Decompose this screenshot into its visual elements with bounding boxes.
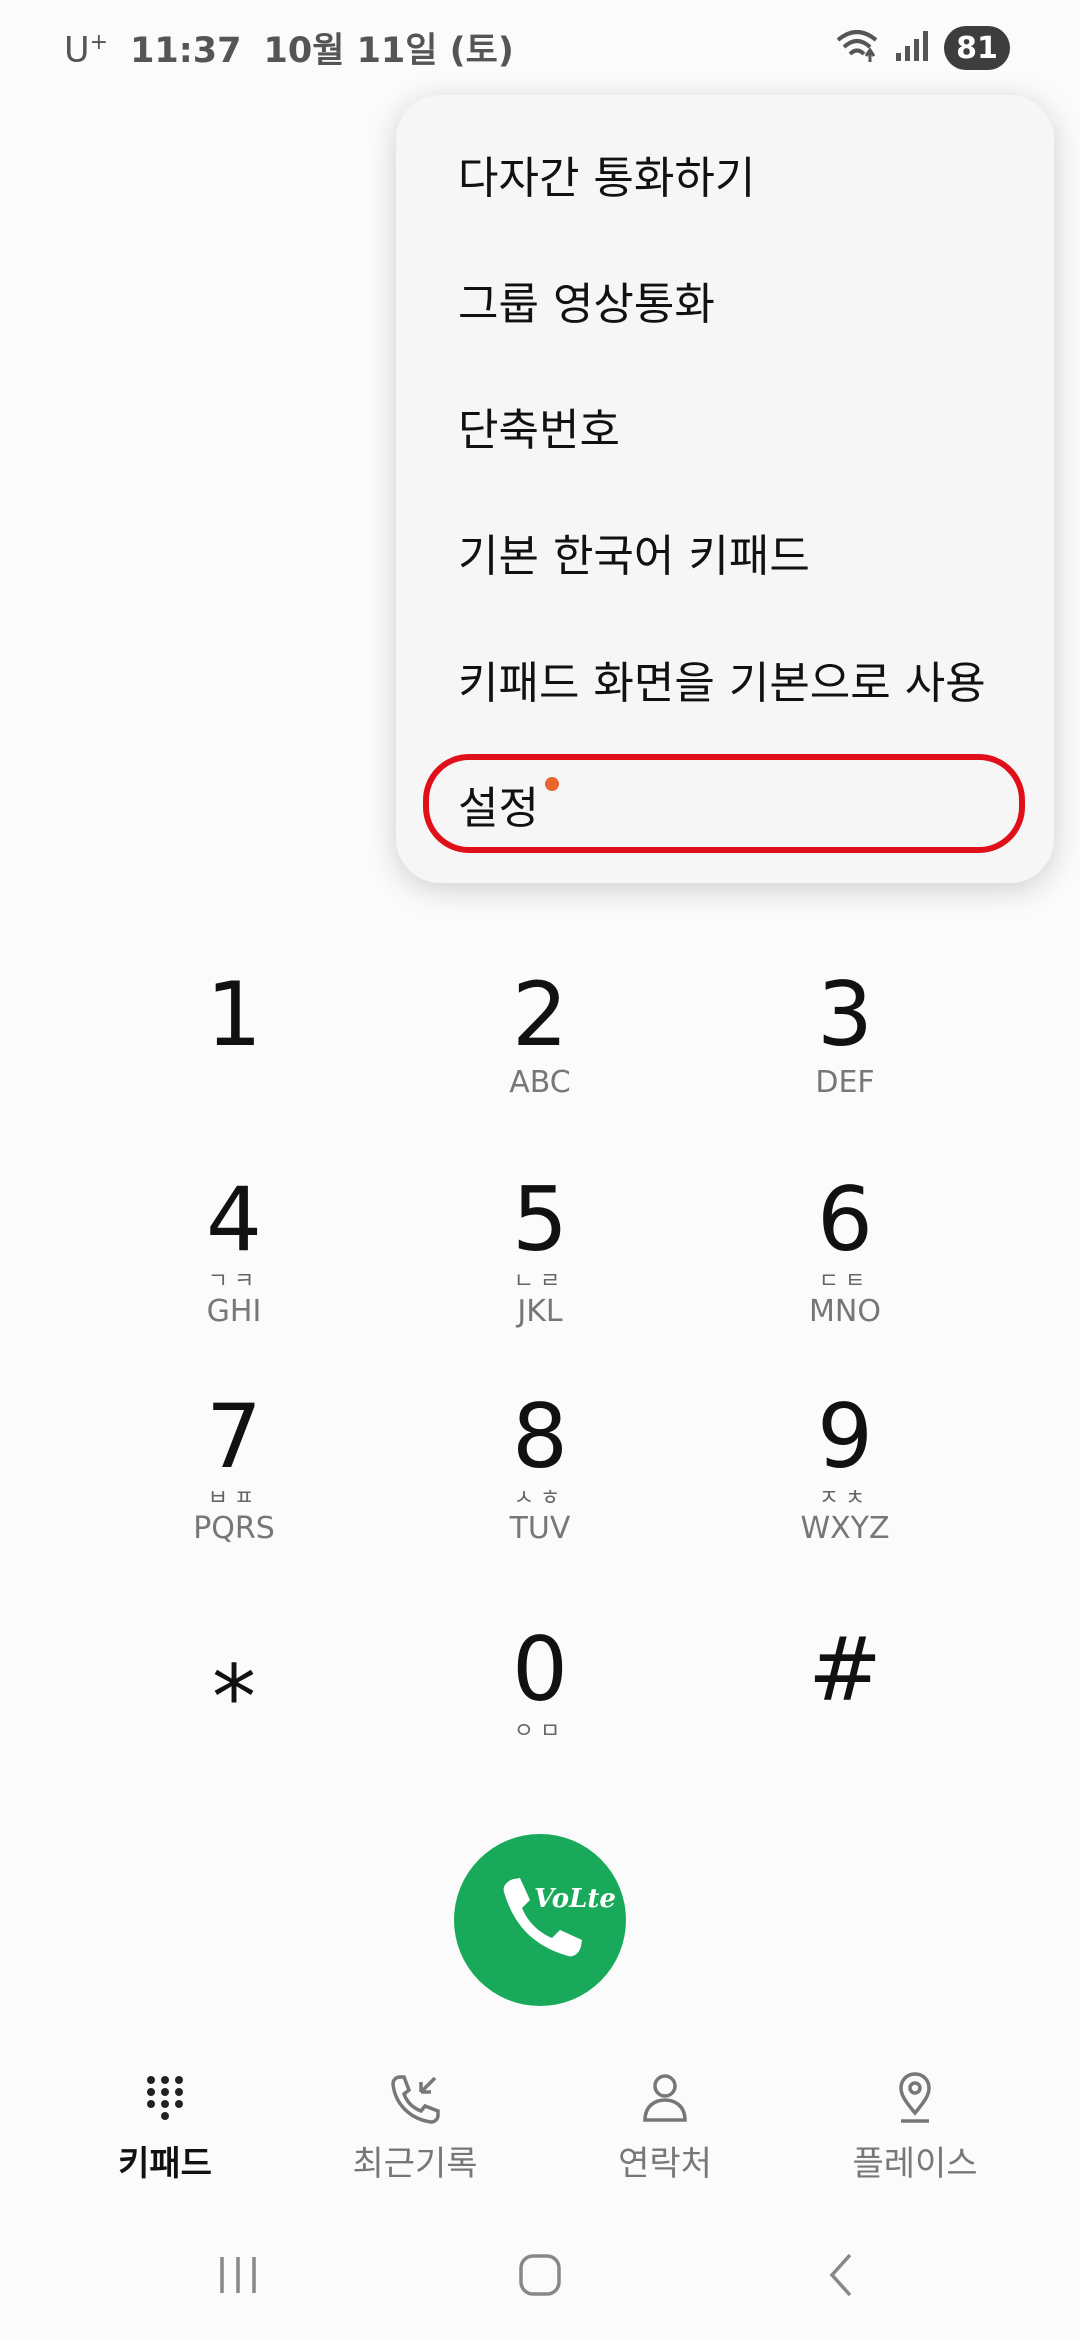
tab-label: 연락처: [618, 2144, 712, 2184]
phone-icon: [503, 1878, 582, 1957]
key-digit: 8: [512, 1385, 568, 1488]
key-letters: PQRS: [193, 1511, 275, 1546]
key-jamo: ㅅㅎ: [513, 1486, 567, 1511]
key-jamo: ㅇㅁ: [513, 1719, 567, 1744]
back-icon: [829, 2253, 852, 2297]
home-button[interactable]: [480, 2240, 600, 2310]
key-letters: GHI: [206, 1294, 262, 1329]
status-icons: 81: [834, 26, 1010, 70]
key-7[interactable]: 7 ㅂㅍ PQRS: [84, 1387, 384, 1577]
call-button[interactable]: VoLte: [454, 1834, 626, 2006]
key-digit: 9: [817, 1385, 873, 1488]
key-digit: 6: [817, 1168, 873, 1271]
key-0[interactable]: 0 ㅇㅁ: [390, 1620, 690, 1810]
key-hash[interactable]: #: [695, 1620, 995, 1810]
status-left: U+ 11:37 10월 11일 (토): [64, 22, 514, 73]
key-digit: 1: [206, 963, 262, 1066]
key-2[interactable]: 2 ABC: [390, 965, 690, 1155]
highlight-box: [423, 754, 1025, 853]
key-letters: ABC: [509, 1065, 571, 1100]
key-1[interactable]: 1: [84, 965, 384, 1155]
menu-item-speed-dial[interactable]: 단축번호: [458, 386, 1018, 466]
key-9[interactable]: 9 ㅈㅊ WXYZ: [695, 1387, 995, 1577]
contacts-icon: [540, 2070, 790, 2126]
key-letters: TUV: [509, 1511, 571, 1546]
key-6[interactable]: 6 ㄷㅌ MNO: [695, 1170, 995, 1360]
key-jamo: ㄱㅋ: [207, 1269, 261, 1294]
key-digit: 5: [512, 1168, 568, 1271]
key-jamo: ㄷㅌ: [818, 1269, 872, 1294]
key-jamo: ㅈㅊ: [818, 1486, 872, 1511]
recent-apps-icon: [220, 2257, 256, 2293]
menu-item-group-video-call[interactable]: 그룹 영상통화: [458, 260, 1018, 340]
overflow-menu: 다자간 통화하기 그룹 영상통화 단축번호 기본 한국어 키패드 키패드 화면을…: [396, 95, 1054, 883]
status-bar: U+ 11:37 10월 11일 (토) 81: [0, 0, 1080, 96]
tab-label: 키패드: [118, 2144, 212, 2184]
tab-places[interactable]: 플레이스: [790, 2070, 1040, 2190]
key-letters: DEF: [815, 1065, 875, 1100]
battery-indicator: 81: [944, 26, 1010, 70]
places-icon: [790, 2070, 1040, 2126]
key-letters: JKL: [517, 1294, 563, 1329]
key-digit: 2: [512, 963, 568, 1066]
tab-recents[interactable]: 최근기록: [290, 2070, 540, 2190]
keypad-icon: [40, 2070, 290, 2126]
menu-item-multiparty-call[interactable]: 다자간 통화하기: [458, 134, 1018, 214]
key-8[interactable]: 8 ㅅㅎ TUV: [390, 1387, 690, 1577]
key-star[interactable]: ⁎: [84, 1620, 384, 1810]
key-digit: 3: [817, 963, 873, 1066]
menu-item-keypad-default-screen[interactable]: 키패드 화면을 기본으로 사용: [458, 639, 1018, 719]
key-jamo: ㅂㅍ: [207, 1486, 261, 1511]
carrier-label: U+: [64, 30, 109, 71]
tab-label: 최근기록: [352, 2144, 478, 2184]
menu-item-default-korean-keypad[interactable]: 기본 한국어 키패드: [458, 512, 1018, 592]
key-3[interactable]: 3 DEF: [695, 965, 995, 1155]
key-jamo: ㄴㄹ: [513, 1269, 567, 1294]
wifi-icon: [834, 26, 880, 70]
back-button[interactable]: [782, 2240, 902, 2310]
tab-label: 플레이스: [852, 2144, 978, 2184]
signal-icon: [894, 29, 930, 67]
key-5[interactable]: 5 ㄴㄹ JKL: [390, 1170, 690, 1360]
key-digit: 7: [206, 1385, 262, 1488]
tab-contacts[interactable]: 연락처: [540, 2070, 790, 2190]
key-digit: 4: [206, 1168, 262, 1271]
key-digit: #: [808, 1618, 882, 1721]
key-digit: ⁎: [212, 1618, 256, 1721]
clock: 11:37: [130, 31, 242, 71]
key-letters: WXYZ: [800, 1511, 890, 1546]
key-letters: MNO: [809, 1294, 881, 1329]
tab-keypad[interactable]: 키패드: [40, 2070, 290, 2190]
recent-apps-button[interactable]: [178, 2240, 298, 2310]
key-4[interactable]: 4 ㄱㅋ GHI: [84, 1170, 384, 1360]
home-icon: [519, 2254, 561, 2296]
recent-calls-icon: [290, 2070, 540, 2126]
date-label: 10월 11일 (토): [263, 31, 514, 71]
key-digit: 0: [512, 1618, 568, 1721]
volte-badge: VoLte: [534, 1884, 616, 1914]
